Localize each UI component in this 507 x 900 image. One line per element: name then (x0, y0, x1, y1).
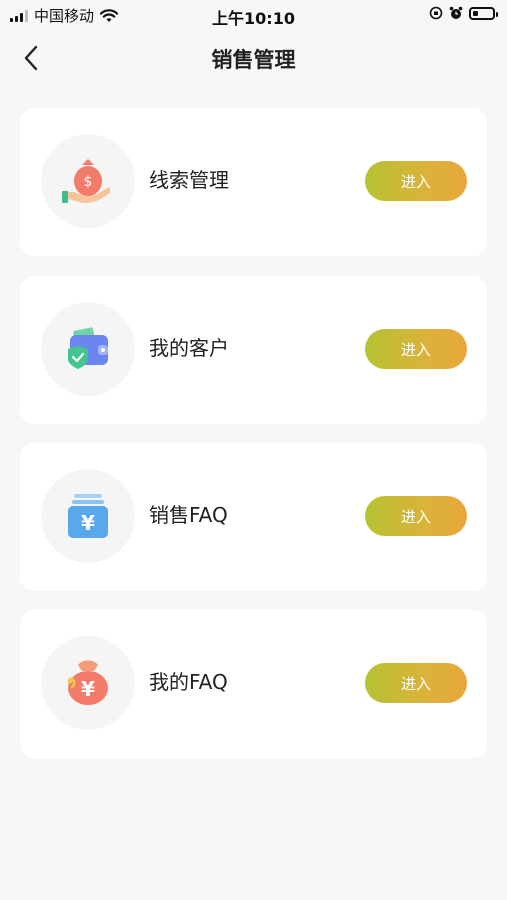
card-label: 我的FAQ (149, 670, 228, 694)
svg-text:$: $ (84, 174, 93, 190)
card-icon-circle: ¥ (41, 636, 135, 730)
card-label: 线索管理 (149, 168, 229, 192)
svg-text:¥: ¥ (81, 511, 95, 535)
battery-icon (469, 6, 498, 20)
enter-button[interactable]: 进入 (365, 329, 467, 369)
enter-button[interactable]: 进入 (365, 663, 467, 703)
card-icon-circle: $ (41, 134, 135, 228)
card-label: 销售FAQ (149, 503, 228, 527)
card-sales-faq: ¥ 销售FAQ 进入 (20, 443, 487, 591)
card-icon-circle (41, 302, 135, 396)
status-bar: 中国移动 上午10:10 (0, 0, 507, 30)
alarm-icon (449, 6, 463, 19)
wallet-shield-icon (68, 327, 108, 369)
yuan-bag-icon: ¥ (67, 660, 108, 705)
nav-bar: 销售管理 (0, 30, 507, 86)
page-title: 销售管理 (211, 48, 296, 72)
card-my-customers: 我的客户 进入 (20, 276, 487, 424)
card-label: 我的客户 (149, 336, 229, 360)
card-icon-circle: ¥ (41, 469, 135, 563)
money-bag-hand-icon: $ (62, 159, 110, 203)
enter-button[interactable]: 进入 (365, 496, 467, 536)
card-lead-management: $ 线索管理 进入 (20, 108, 487, 256)
yuan-card-icon: ¥ (68, 494, 108, 538)
orientation-lock-icon (429, 6, 443, 20)
card-my-faq: ¥ 我的FAQ 进入 (20, 610, 487, 758)
enter-button[interactable]: 进入 (365, 161, 467, 201)
svg-text:¥: ¥ (81, 677, 95, 701)
status-right (429, 6, 498, 20)
